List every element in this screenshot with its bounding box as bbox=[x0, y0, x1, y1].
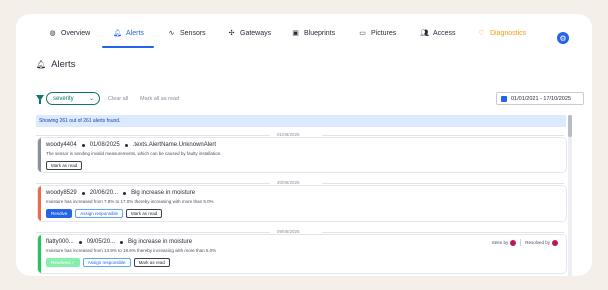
alert-title: woody8529 20/06/20... Big increase in mo… bbox=[46, 190, 196, 196]
alert-card[interactable]: woody4404 01/08/2025 .texts.AlertName.Un… bbox=[38, 138, 566, 172]
severity-bar bbox=[38, 138, 41, 172]
alert-title: flatty000... 09/05/20... Big increase in… bbox=[46, 239, 193, 245]
tab-alerts[interactable]: 🔔︎ Alerts bbox=[113, 30, 144, 37]
results-summary: Showing 261 out of 261 alerts found. bbox=[36, 115, 566, 127]
mark-as-read-button[interactable]: Mark as read bbox=[133, 258, 170, 267]
alert-description: moisture has increased from 13.9% to 19.… bbox=[46, 248, 217, 253]
date-range-picker[interactable]: 01/01/2021 - 17/10/2025 bbox=[496, 92, 584, 105]
tab-access[interactable]: 👥︎ Access bbox=[420, 30, 456, 37]
tab-diagnostics[interactable]: ♡ Diagnostics bbox=[477, 30, 526, 37]
alert-card[interactable]: woody8529 20/06/20... Big increase in mo… bbox=[38, 186, 566, 221]
bell-icon: 🔔︎ bbox=[36, 60, 47, 69]
scrollbar-track[interactable] bbox=[568, 115, 572, 276]
heart-icon: ♡ bbox=[478, 30, 485, 37]
calendar-icon bbox=[501, 95, 507, 102]
mark-as-read-button[interactable]: Mark as read bbox=[46, 161, 83, 170]
assign-responsible-button[interactable]: Assign responsible bbox=[75, 209, 124, 218]
page-title: 🔔︎ Alerts bbox=[36, 59, 76, 70]
severity-select[interactable]: severity ⌄ bbox=[46, 92, 100, 105]
filter-row: severity ⌄ Clear all Mark all as read 01… bbox=[36, 92, 584, 108]
severity-bar bbox=[38, 235, 41, 273]
tab-blueprints[interactable]: ▣ Blueprints bbox=[291, 30, 335, 37]
alert-actions: Resolved ✓ Assign responsible Mark as re… bbox=[46, 258, 170, 267]
picture-icon: ▭ bbox=[359, 30, 366, 37]
assign-responsible-button[interactable]: Assign responsible bbox=[82, 258, 131, 267]
seen-resolved-info: Seen by Resolved by bbox=[492, 239, 558, 246]
tab-pictures[interactable]: ▭ Pictures bbox=[358, 30, 396, 37]
tab-gateways[interactable]: ✣ Gateways bbox=[227, 30, 272, 37]
nav-tabs: ◍ Overview 🔔︎ Alerts ∿ Sensors ✣ Gateway… bbox=[16, 14, 592, 48]
chevron-down-icon: ⌄ bbox=[88, 96, 94, 102]
gateway-icon: ✣ bbox=[228, 30, 235, 37]
alert-description: The sensor is sending invalid measuremen… bbox=[46, 151, 222, 156]
alert-actions: Mark as read bbox=[46, 161, 83, 170]
tab-sensors[interactable]: ∿ Sensors bbox=[167, 30, 206, 37]
blueprint-icon: ▣ bbox=[292, 30, 299, 37]
alert-actions: Resolve Assign responsible Mark as read bbox=[46, 209, 163, 218]
alert-card[interactable]: flatty000... 09/05/20... Big increase in… bbox=[38, 235, 566, 273]
alerts-list: Showing 261 out of 261 alerts found. 01/… bbox=[36, 115, 572, 276]
users-icon: 👥︎ bbox=[420, 30, 429, 37]
scrollbar-thumb[interactable] bbox=[568, 115, 572, 137]
filter-icon[interactable] bbox=[36, 95, 44, 104]
severity-bar bbox=[38, 186, 41, 221]
globe-icon: ◍ bbox=[49, 30, 56, 37]
pulse-icon: ∿ bbox=[168, 30, 175, 37]
bell-icon: 🔔︎ bbox=[113, 30, 122, 37]
alert-title: woody4404 01/08/2025 .texts.AlertName.Un… bbox=[46, 142, 217, 148]
active-tab-indicator bbox=[102, 46, 154, 48]
clear-all-button[interactable]: Clear all bbox=[108, 96, 128, 102]
tab-overview[interactable]: ◍ Overview bbox=[48, 30, 90, 37]
alert-description: moisture has increased from 7.8% to 17.0… bbox=[46, 199, 214, 204]
settings-button[interactable]: ⚙ bbox=[557, 32, 569, 44]
gear-icon: ⚙ bbox=[559, 33, 567, 43]
resolve-button[interactable]: Resolve bbox=[46, 209, 73, 218]
mark-all-read-button[interactable]: Mark all as read bbox=[140, 96, 179, 102]
avatar bbox=[510, 239, 517, 246]
avatar bbox=[552, 239, 558, 246]
app-frame: ◍ Overview 🔔︎ Alerts ∿ Sensors ✣ Gateway… bbox=[16, 14, 592, 276]
resolved-button[interactable]: Resolved ✓ bbox=[46, 258, 80, 267]
mark-as-read-button[interactable]: Mark as read bbox=[126, 209, 163, 218]
